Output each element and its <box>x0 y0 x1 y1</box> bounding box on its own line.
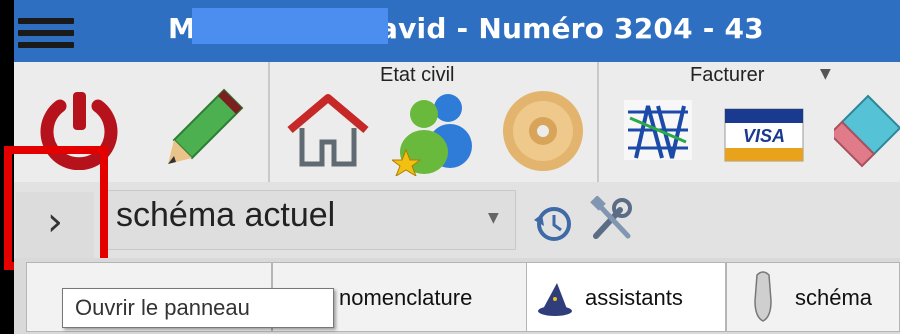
sesam-vitale-icon[interactable] <box>622 98 694 162</box>
disc-icon[interactable] <box>500 88 586 174</box>
contacts-icon[interactable] <box>392 88 478 176</box>
highlight-box <box>4 146 108 270</box>
pencil-icon[interactable] <box>166 86 246 166</box>
svg-text:VISA: VISA <box>743 126 785 146</box>
chevron-down-icon[interactable]: ▼ <box>488 210 499 226</box>
ribbon-separator <box>268 62 270 182</box>
schema-select-value: schéma actuel <box>116 196 336 234</box>
tooltip: Ouvrir le panneau <box>62 288 334 328</box>
facturer-dropdown-icon[interactable]: ▼ <box>820 66 831 82</box>
tooth-icon <box>754 271 772 322</box>
visa-card-icon[interactable]: VISA <box>724 108 804 162</box>
home-icon[interactable] <box>286 92 370 168</box>
etat-civil-label: Etat civil <box>380 64 455 86</box>
ribbon-separator <box>597 62 599 182</box>
history-icon[interactable] <box>532 204 574 244</box>
wizard-hat-icon <box>538 283 572 316</box>
tab-schema[interactable]: schéma <box>726 262 900 332</box>
tab-assistants[interactable]: assistants <box>526 262 726 332</box>
app-window: M R David - Numéro 3204 - 43 Etat civil … <box>0 0 900 334</box>
eraser-icon[interactable] <box>834 92 900 172</box>
redaction-box <box>192 8 388 44</box>
tab-nomenclature-label: nomenclature <box>339 285 473 310</box>
settings-tools-icon[interactable] <box>590 196 634 242</box>
tab-schema-label: schéma <box>795 285 873 310</box>
tab-assistants-label: assistants <box>585 285 683 310</box>
hamburger-menu-icon[interactable] <box>18 18 74 48</box>
facturer-label[interactable]: Facturer <box>690 64 764 87</box>
